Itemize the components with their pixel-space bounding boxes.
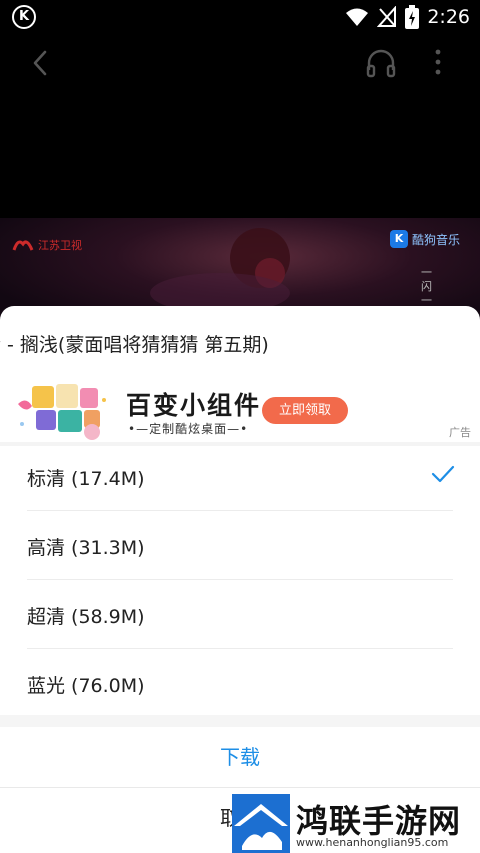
download-button[interactable]: 下载 (0, 727, 480, 787)
ad-label: 广告 (449, 426, 471, 439)
back-icon[interactable] (26, 48, 56, 78)
more-vertical-icon[interactable] (428, 47, 448, 77)
quality-option-bluray[interactable]: 蓝光 (76.0M) (0, 649, 480, 718)
download-quality-sheet: 猜 - 搁浅(蒙面唱将猜猜猜 第五期) 百变小组件 •—定制酷炫桌面—• 立即领… (0, 306, 480, 853)
wifi-icon (346, 8, 369, 26)
quality-label: 高清 (31.3M) (27, 537, 145, 559)
kugou-logo-icon: K (390, 230, 408, 248)
ad-title: 百变小组件 (126, 391, 262, 420)
ad-subtitle: •—定制酷炫桌面—• (128, 422, 249, 436)
song-title: 猜 - 搁浅(蒙面唱将猜猜猜 第五期) (0, 330, 480, 357)
site-url: www.henanhonglian95.com (296, 836, 449, 849)
check-icon (431, 465, 455, 483)
status-bar: K 2:26 (0, 0, 480, 34)
tv-channel-name: 江苏卫视 (38, 239, 82, 252)
kugou-app-icon: K (12, 5, 36, 29)
status-icons: 2:26 (345, 0, 480, 34)
headphones-icon[interactable] (365, 48, 397, 78)
tv-channel-logo: 江苏卫视 (12, 236, 82, 254)
jiangsu-tv-logo-icon (12, 240, 34, 251)
site-watermark: 鸿联手游网 www.henanhonglian95.com (232, 794, 480, 853)
footer-gap (0, 715, 480, 727)
status-time: 2:26 (427, 6, 470, 28)
site-logo-icon (232, 794, 290, 853)
quality-option-hd[interactable]: 高清 (31.3M) (0, 511, 480, 580)
quality-option-sd[interactable]: 标清 (17.4M) (0, 442, 480, 511)
ad-banner[interactable]: 百变小组件 •—定制酷炫桌面—• 立即领取 广告 (0, 380, 480, 442)
quality-option-shd[interactable]: 超清 (58.9M) (0, 580, 480, 649)
kugou-watermark: K 酷狗音乐 (390, 230, 460, 248)
quality-label: 标清 (17.4M) (27, 468, 145, 490)
widget-illustration-icon (18, 384, 106, 440)
ad-claim-button[interactable]: 立即领取 (262, 397, 348, 424)
battery-charging-icon (405, 5, 420, 29)
lyric-text: 一闪一 (421, 266, 432, 307)
quality-label: 超清 (58.9M) (27, 606, 145, 628)
no-signal-icon (377, 6, 397, 27)
quality-label: 蓝光 (76.0M) (27, 675, 145, 697)
song-title-text: 猜 - 搁浅(蒙面唱将猜猜猜 第五期) (0, 334, 269, 356)
kugou-brand: 酷狗音乐 (412, 232, 461, 247)
